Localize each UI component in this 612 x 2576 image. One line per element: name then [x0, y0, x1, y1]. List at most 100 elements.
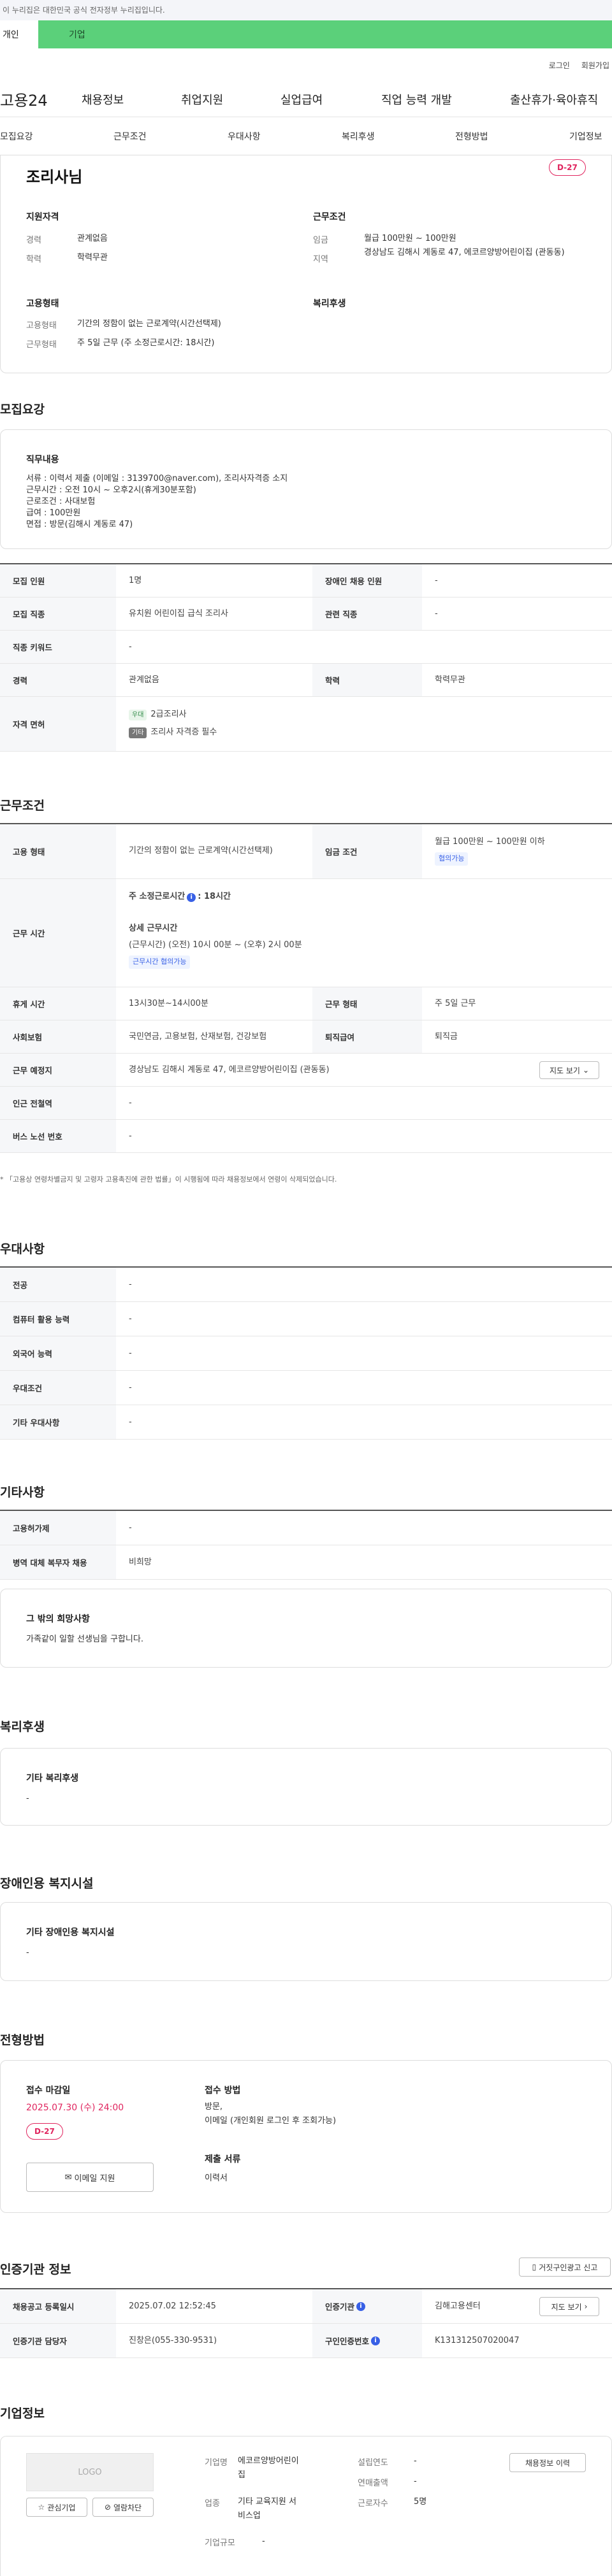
license-name: 2급조리사	[150, 710, 187, 719]
block-icon: ⊘	[104, 2503, 111, 2512]
row-value: -	[129, 1383, 132, 1392]
welfare-box-title: 기타 복리후생	[26, 1773, 79, 1784]
employees-label: 근로자수	[358, 2499, 388, 2508]
document-icon: ▯	[532, 2263, 537, 2272]
industry-label: 업종	[205, 2499, 220, 2508]
row-label: 모집 인원	[0, 564, 116, 597]
map-button[interactable]: 지도 보기 ⌄	[539, 1061, 599, 1079]
sales-label: 연매출액	[358, 2479, 388, 2488]
gnb-unemployment-benefit[interactable]: 실업급여	[280, 91, 323, 108]
tab-personal[interactable]: 개인	[0, 20, 38, 48]
gnb-parental-leave[interactable]: 출산휴가·육아휴직	[510, 91, 598, 108]
row-label: 인증기관 담당자	[0, 2324, 116, 2358]
auth-map-button[interactable]: 지도 보기 ›	[539, 2297, 599, 2316]
block-view-button[interactable]: ⊘ 열람차단	[92, 2498, 154, 2517]
license-tag: 우대	[129, 710, 147, 720]
table-row: 전공 -	[0, 1268, 612, 1302]
no-label-cell: 구인인증번호 i	[312, 2324, 422, 2358]
row-value: -	[435, 576, 438, 585]
auth-section-title: 인증기관 정보	[0, 2263, 71, 2277]
map-button-label: 지도 보기	[549, 1066, 580, 1075]
disability-box-title: 기타 장애인용 복지시설	[26, 1928, 115, 1938]
edu-label: 학력	[26, 255, 41, 264]
row-label: 구인인증번호	[325, 2336, 370, 2346]
tab-conditions[interactable]: 근무조건	[113, 130, 147, 143]
emp-title: 고용형태	[26, 299, 59, 309]
signup-link[interactable]: 회원가입	[581, 60, 609, 71]
job-title: 조리사님	[26, 168, 83, 186]
gnb-employment-support[interactable]: 취업지원	[181, 91, 223, 108]
docs-title: 제출 서류	[205, 2154, 241, 2165]
company-section-title: 기업정보	[0, 2407, 45, 2421]
row-label: 사회보험	[0, 1020, 116, 1053]
mail-icon: ✉	[64, 2172, 72, 2182]
hours-value: 주 5일 근무 (주 소정근로시간: 18시간)	[77, 338, 215, 348]
global-nav: 고용24 채용정보 취업지원 실업급여 직업 능력 개발 출산휴가·육아휴직	[0, 82, 612, 117]
hours-label: 근무형태	[26, 340, 57, 350]
row-label: 직종 키워드	[0, 631, 116, 663]
region-value: 경상남도 김해시 계동로 47, 에코르양방어린이집 (관동동)	[364, 248, 565, 257]
table-row: 근무 시간 주 소정근로시간 i: 18시간 상세 근무시간 (근무시간) (오전…	[0, 879, 612, 987]
region-label: 지역	[313, 255, 328, 264]
login-link[interactable]: 로그인	[549, 60, 570, 71]
wage-label: 임금	[313, 236, 328, 245]
row-label: 버스 노선 번호	[0, 1120, 116, 1152]
disability-box-value: -	[26, 1948, 29, 1957]
info-icon[interactable]: i	[356, 2301, 366, 2311]
row-label: 고용허가제	[0, 1511, 116, 1545]
dday-badge: D-27	[549, 159, 586, 176]
table-row: 고용 형태 기간의 정함이 없는 근로계약(시간선택제) 임금 조건 월급 10…	[0, 824, 612, 879]
tab-welfare[interactable]: 복리후생	[342, 130, 375, 143]
row-label: 인증기관	[325, 2302, 355, 2312]
row-label: 학력	[312, 664, 422, 696]
duty-line-1: 서류 : 이력서 제출 (이메일 : 3139700@naver.com), 조…	[26, 474, 288, 483]
report-fake-ad-button[interactable]: ▯ 거짓구인광고 신고	[519, 2258, 611, 2277]
table-row: 자격 면허 우대 2급조리사 기타 조리사 자격증 필수	[0, 697, 612, 752]
info-icon[interactable]: i	[371, 2336, 381, 2345]
industry-line: 비스업	[238, 2511, 261, 2521]
favorite-company-button[interactable]: ☆ 관심기업	[26, 2498, 87, 2517]
weekly-value: : 18시간	[198, 892, 231, 901]
hiring-history-button[interactable]: 채용정보 이력	[509, 2453, 586, 2472]
disability-section-title: 장애인용 복지시설	[0, 1877, 94, 1891]
row-label: 근무 시간	[0, 879, 116, 987]
row-value: 김해고용센터	[435, 2301, 481, 2311]
row-value: -	[129, 1523, 132, 1533]
welfare-box: 기타 복리후생 -	[0, 1748, 612, 1826]
etc-section-title: 기타사항	[0, 1485, 45, 1499]
duty-line-5: 면접 : 방문(김해시 계동로 47)	[26, 520, 133, 529]
email-apply-button[interactable]: ✉ 이메일 지원	[26, 2163, 154, 2192]
tab-company[interactable]: 기업정보	[569, 130, 602, 143]
row-value: 진창은(055-330-9531)	[129, 2336, 217, 2345]
company-logo: LOGO	[26, 2453, 154, 2491]
gnb-job-training[interactable]: 직업 능력 개발	[381, 91, 452, 108]
gov-banner: 이 누리집은 대한민국 공식 전자정부 누리집입니다.	[0, 0, 612, 20]
deadline-title: 접수 마감일	[26, 2086, 71, 2096]
sales-value: -	[414, 2477, 417, 2486]
size-label: 기업규모	[205, 2538, 235, 2548]
career-value: 관계없음	[77, 234, 108, 243]
row-label: 퇴직급여	[312, 1020, 422, 1053]
conditions-section-title: 근무조건	[0, 799, 45, 813]
tab-selection[interactable]: 전형방법	[455, 130, 488, 143]
tab-recruit[interactable]: 모집요강	[0, 130, 33, 143]
tab-preference[interactable]: 우대사항	[228, 130, 261, 143]
deadline-value: 2025.07.30 (수) 24:00	[26, 2103, 124, 2113]
row-label: 모집 직종	[0, 597, 116, 630]
chevron-down-icon: ⌄	[582, 1066, 590, 1075]
row-value: 월급 100만원 ~ 100만원 이하	[435, 837, 545, 847]
method-line: 이메일 (개인회원 로그인 후 조회가능)	[205, 2116, 337, 2126]
row-label: 경력	[0, 664, 116, 696]
preference-section-title: 우대사항	[0, 1242, 45, 1256]
row-value: -	[129, 1280, 132, 1289]
info-icon[interactable]: i	[187, 893, 196, 902]
row-value: 관계없음	[129, 675, 159, 685]
duty-title: 직무내용	[26, 455, 59, 465]
gnb-jobs[interactable]: 채용정보	[82, 91, 124, 108]
row-value: 학력무관	[435, 675, 465, 685]
site-logo[interactable]: 고용24	[0, 88, 89, 110]
weekly-label: 주 소정근로시간	[129, 892, 186, 901]
row-value: 비희망	[129, 1557, 152, 1567]
table-row: 우대조건 -	[0, 1371, 612, 1405]
tab-company[interactable]: 기업	[38, 28, 85, 41]
